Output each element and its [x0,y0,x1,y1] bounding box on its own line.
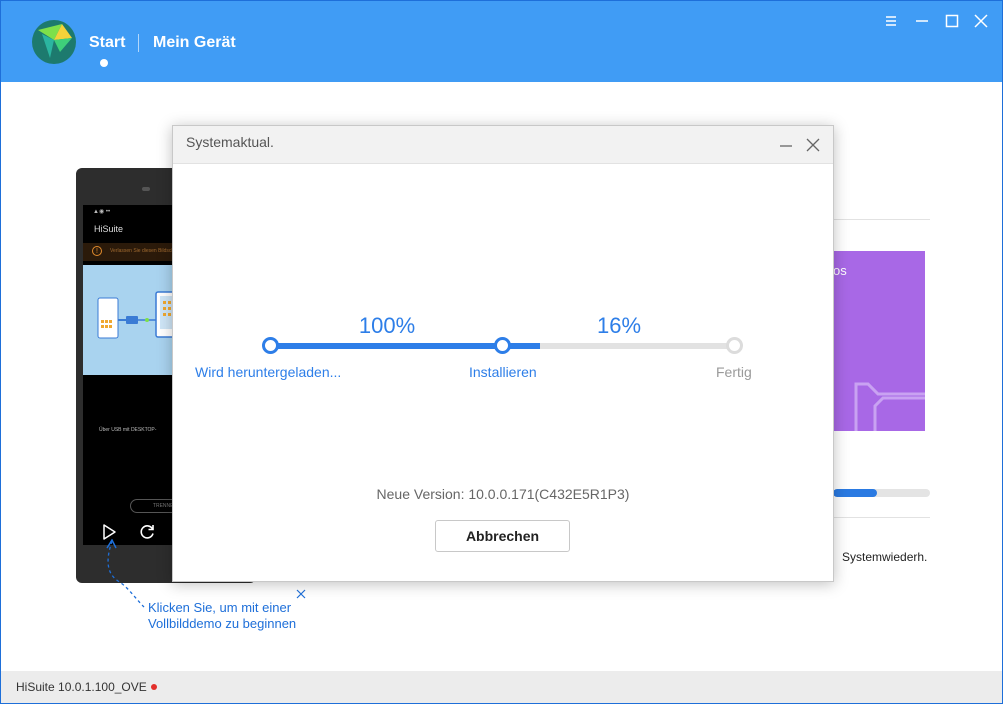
divider [833,517,930,518]
nav-separator [138,34,139,52]
divider [833,219,930,220]
close-tip-icon[interactable] [294,587,308,601]
menu-icon[interactable] [881,11,901,31]
step-label-install: Installieren [469,364,537,380]
install-track [503,343,735,349]
download-track [271,343,503,349]
cancel-button[interactable]: Abbrechen [435,520,570,552]
nav-tab-start[interactable]: Start [89,34,125,52]
active-tab-indicator [100,59,108,67]
update-notification-dot [151,684,157,690]
update-steps: 100% 16% Wird heruntergeladen... Install… [173,126,833,426]
warning-icon: ! [92,246,102,256]
status-bar: HiSuite 10.0.1.100_OVE [1,671,1002,703]
step-label-done: Fertig [716,364,752,380]
system-restore-link[interactable]: Systemwiederh. [842,550,927,564]
nav-tab-my-device[interactable]: Mein Gerät [153,34,236,52]
maximize-icon[interactable] [942,11,962,31]
install-percent: 16% [596,313,642,338]
promo-card[interactable]: os [833,251,925,431]
step-label-download: Wird heruntergeladen... [195,364,342,380]
promo-card-text: os [833,263,847,278]
system-update-dialog: Systemaktual. 100% 16% Wird heruntergela… [172,125,834,582]
folder-icon [854,382,925,431]
step-node-done [726,337,743,354]
top-bar: Start Mein Gerät [1,1,1002,82]
screen-app-title: HiSuite [94,224,124,234]
background-progress-bar [833,489,930,497]
hisuite-logo [32,20,76,64]
app-version-text: HiSuite 10.0.1.100_OVE [16,680,147,694]
screen-usb-text: Über USB mit DESKTOP- [99,427,157,433]
step-node-install [494,337,511,354]
step-node-download [262,337,279,354]
new-version-text: Neue Version: 10.0.0.171(C432E5R1P3) [376,486,630,502]
screen-status-bar: ▲◉ •• [93,209,111,215]
minimize-icon[interactable] [912,11,932,31]
hisuite-window: Start Mein Gerät ▲◉ •• HiSuite ! Verlass… [0,0,1003,704]
phone-speaker [142,187,150,191]
background-progress-fill [833,489,877,497]
tip-arrow-icon [106,539,145,608]
close-window-icon[interactable] [971,11,991,31]
download-percent: 100% [358,313,416,338]
demo-tip-text: Klicken Sie, um mit einer Vollbilddemo z… [148,600,297,631]
